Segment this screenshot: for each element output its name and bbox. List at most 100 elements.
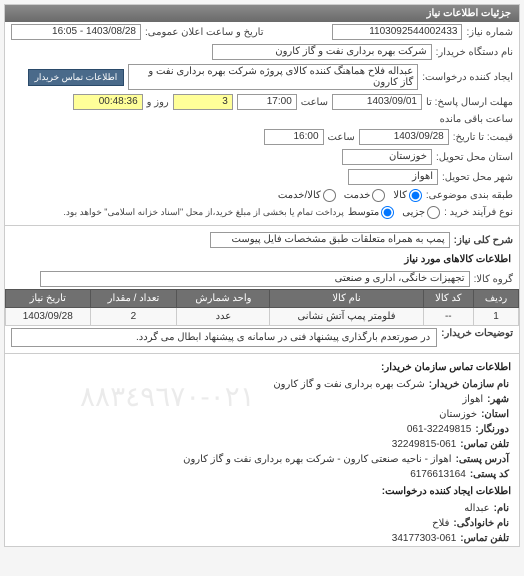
- buyer-field: شرکت بهره برداری نفت و گاز کارون: [212, 44, 432, 60]
- th-code: کد کالا: [423, 290, 474, 308]
- province-field: خوزستان: [342, 149, 432, 165]
- price-time-label: ساعت: [328, 132, 355, 143]
- creator-field: عبداله فلاح هماهنگ کننده کالای پروژه شرک…: [128, 64, 418, 90]
- announce-field: 1403/08/28 - 16:05: [11, 24, 141, 40]
- buyer-note-label: توضیحات خریدار:: [441, 328, 513, 339]
- contact-cphone-label: تلفن تماس:: [460, 533, 509, 544]
- contact-lname-label: نام خانوادگی:: [453, 518, 509, 529]
- contact-fax-value: 061-32249815: [407, 424, 472, 435]
- contact-cphone-value: 34177303-061: [392, 533, 457, 544]
- radio-medium[interactable]: متوسط: [348, 206, 394, 219]
- contact-city: شهر: اهواز: [5, 392, 519, 407]
- contact-fax-label: دورنگار:: [475, 424, 509, 435]
- radio-medium-label: متوسط: [348, 207, 379, 218]
- radio-goods-input[interactable]: [409, 189, 422, 202]
- cell-row: 1: [474, 308, 519, 326]
- contact-phone-value: 32249815-061: [392, 439, 457, 450]
- buy-type-group: جزیی متوسط: [348, 206, 440, 219]
- contact-address: آدرس پستی: اهواز - ناحیه صنعتی کارون - ش…: [5, 452, 519, 467]
- contact-fax: دورنگار: 061-32249815: [5, 422, 519, 437]
- row-price: قیمت: تا تاریخ: 1403/09/28 ساعت 16:00: [5, 127, 519, 147]
- contact-province: استان: خوزستان: [5, 407, 519, 422]
- announce-label: تاریخ و ساعت اعلان عمومی:: [145, 27, 264, 38]
- goods-table: ردیف کد کالا نام کالا واحد شمارش تعداد /…: [5, 289, 519, 326]
- details-panel: جزئیات اطلاعات نیاز شماره نیاز: 11030925…: [4, 4, 520, 547]
- buyer-label: نام دستگاه خریدار:: [436, 47, 513, 58]
- creator-section-title: اطلاعات ایجاد کننده درخواست:: [5, 482, 519, 501]
- radio-goods-label: کالا: [393, 190, 407, 201]
- price-until-label: قیمت: تا تاریخ:: [453, 132, 513, 143]
- row-reply: مهلت ارسال پاسخ: تا 1403/09/01 ساعت 17:0…: [5, 92, 519, 127]
- need-no-label: شماره نیاز:: [466, 27, 513, 38]
- cell-code: --: [423, 308, 474, 326]
- contact-postcode-value: 6176613164: [410, 469, 466, 480]
- reply-time-field: 17:00: [237, 94, 297, 110]
- contact-address-value: اهواز - ناحیه صنعتی کارون - شرکت بهره بر…: [183, 454, 451, 465]
- contact-fname-value: عبداله: [464, 503, 489, 514]
- cell-unit: عدد: [177, 308, 270, 326]
- price-time-field: 16:00: [264, 129, 324, 145]
- buyer-note-text: در صورتعدم بارگذاری پیشنهاد فنی در سامان…: [11, 328, 437, 347]
- contact-city-value: اهواز: [462, 394, 483, 405]
- contact-fname: نام: عبداله: [5, 501, 519, 516]
- contact-phone-label: تلفن تماس:: [460, 439, 509, 450]
- contact-postcode: کد پستی: 6176613164: [5, 467, 519, 482]
- contact-fname-label: نام:: [494, 503, 509, 514]
- need-title-label: شرح کلی نیاز:: [454, 235, 513, 246]
- contact-lname-value: فلاح: [432, 518, 449, 529]
- radio-both-input[interactable]: [323, 189, 336, 202]
- city-field: اهواز: [348, 169, 438, 185]
- th-unit: واحد شمارش: [177, 290, 270, 308]
- table-row[interactable]: 1 -- فلومتر پمپ آتش نشانی عدد 2 1403/09/…: [6, 308, 519, 326]
- contact-org-value: شرکت بهره برداری نفت و گاز کارون: [273, 379, 424, 390]
- contact-lname: نام خانوادگی: فلاح: [5, 516, 519, 531]
- row-buyer-note: توضیحات خریدار: در صورتعدم بارگذاری پیشن…: [5, 326, 519, 349]
- countdown-field: 00:48:36: [73, 94, 143, 110]
- row-buyer: نام دستگاه خریدار: شرکت بهره برداری نفت …: [5, 42, 519, 62]
- goods-group-field: تجهیزات خانگی، اداری و صنعتی: [40, 271, 470, 287]
- need-no-field: 1103092544002433: [332, 24, 462, 40]
- row-need-no: شماره نیاز: 1103092544002433 تاریخ و ساع…: [5, 22, 519, 42]
- row-city: شهر محل تحویل: اهواز: [5, 167, 519, 187]
- radio-partial[interactable]: جزیی: [402, 206, 440, 219]
- goods-section-title: اطلاعات کالاهای مورد نیاز: [5, 250, 519, 269]
- panel-title: جزئیات اطلاعات نیاز: [5, 5, 519, 22]
- radio-partial-label: جزیی: [402, 207, 425, 218]
- cell-qty: 2: [90, 308, 177, 326]
- contact-buyer-button[interactable]: اطلاعات تماس خریدار: [28, 69, 125, 86]
- th-row: ردیف: [474, 290, 519, 308]
- contact-section-title: اطلاعات تماس سازمان خریدار:: [5, 358, 519, 377]
- row-province: استان محل تحویل: خوزستان: [5, 147, 519, 167]
- table-header-row: ردیف کد کالا نام کالا واحد شمارش تعداد /…: [6, 290, 519, 308]
- contact-phone: تلفن تماس: 32249815-061: [5, 437, 519, 452]
- cell-date: 1403/09/28: [6, 308, 91, 326]
- radio-medium-input[interactable]: [381, 206, 394, 219]
- row-subject-type: طبقه بندی موضوعی: کالا خدمت کالا/خدمت: [5, 187, 519, 204]
- buy-note: پرداخت تمام یا بخشی از مبلغ خرید،از محل …: [63, 207, 343, 218]
- contact-org-label: نام سازمان خریدار:: [429, 379, 509, 390]
- reply-until-label: مهلت ارسال پاسخ: تا: [426, 97, 513, 108]
- contact-province-label: استان:: [481, 409, 509, 420]
- need-title-field: پمپ به همراه متعلقات طبق مشخصات فایل پیو…: [210, 232, 450, 248]
- radio-service-label: خدمت: [344, 190, 371, 201]
- cell-name: فلومتر پمپ آتش نشانی: [270, 308, 423, 326]
- reply-time-label: ساعت: [301, 97, 328, 108]
- row-goods-group: گروه کالا: تجهیزات خانگی، اداری و صنعتی: [5, 269, 519, 289]
- th-name: نام کالا: [270, 290, 423, 308]
- radio-service-input[interactable]: [372, 189, 385, 202]
- th-date: تاریخ نیاز: [6, 290, 91, 308]
- days-field: 3: [173, 94, 233, 110]
- contact-province-value: خوزستان: [439, 409, 477, 420]
- row-buy-type: نوع فرآیند خرید : جزیی متوسط پرداخت تمام…: [5, 204, 519, 221]
- radio-goods[interactable]: کالا: [393, 189, 422, 202]
- subject-type-label: طبقه بندی موضوعی:: [426, 190, 513, 201]
- buy-type-label: نوع فرآیند خرید :: [444, 207, 513, 218]
- radio-partial-input[interactable]: [427, 206, 440, 219]
- goods-group-label: گروه کالا:: [474, 274, 513, 285]
- radio-both[interactable]: کالا/خدمت: [278, 189, 336, 202]
- contact-address-label: آدرس پستی:: [456, 454, 509, 465]
- radio-service[interactable]: خدمت: [344, 189, 386, 202]
- province-label: استان محل تحویل:: [436, 152, 513, 163]
- contact-city-label: شهر:: [487, 394, 509, 405]
- row-creator: ایجاد کننده درخواست: عبداله فلاح هماهنگ …: [5, 62, 519, 92]
